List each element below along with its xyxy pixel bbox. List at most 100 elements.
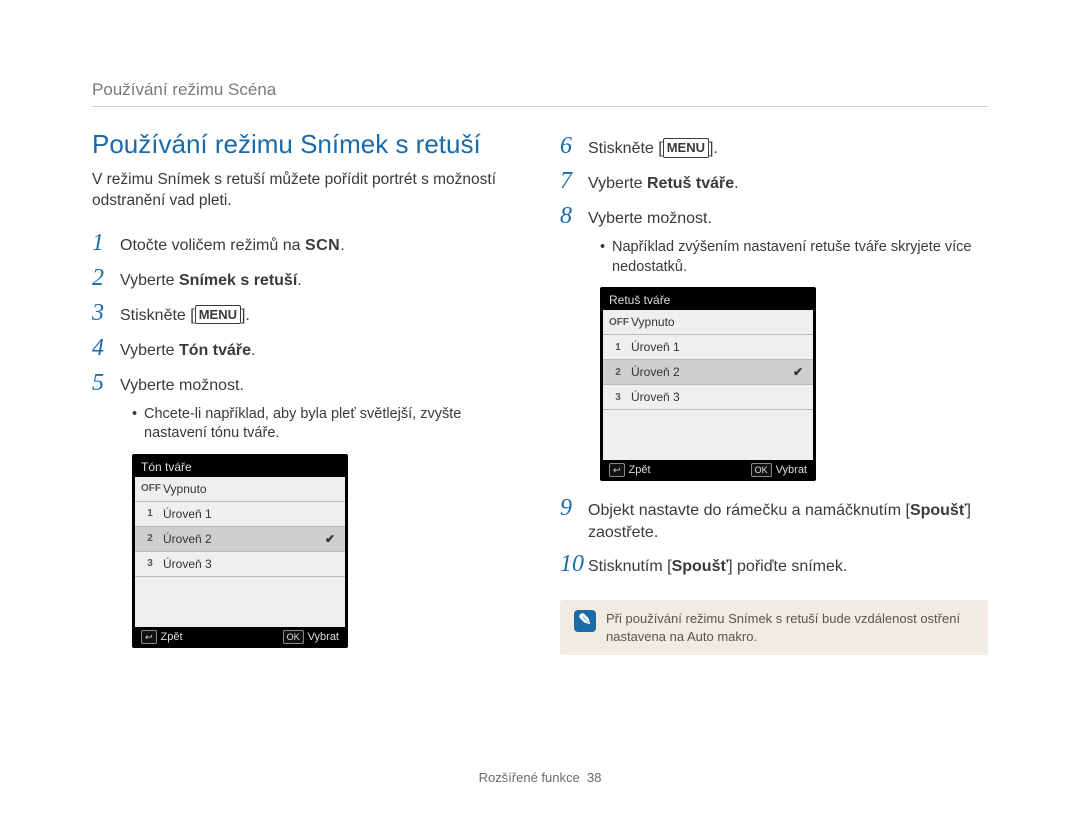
lcd-ok: OK Vybrat [283, 630, 339, 644]
step-text-tail: ]. [709, 140, 718, 157]
lcd-row-icon: 1 [141, 508, 159, 519]
step-text-tail: . [340, 237, 344, 254]
lcd-row-selected: 2 Úroveň 2 ✔ [603, 360, 813, 385]
lcd-row: 1 Úroveň 1 [135, 502, 345, 527]
lcd-back: ↩ Zpět [141, 630, 183, 644]
menu-icon: MENU [663, 138, 709, 158]
step-2: 2 Vyberte Snímek s retuší. [92, 265, 520, 292]
lcd-ok-label: Vybrat [308, 631, 339, 643]
step-text-tail: ]. [241, 307, 250, 324]
lcd-row-icon: 1 [609, 342, 627, 353]
lcd-row-icon: OFF [141, 483, 159, 494]
step-body: Vyberte Retuš tváře. [588, 173, 739, 195]
scn-icon: SCN [305, 237, 340, 254]
lcd-row-label: Úroveň 1 [159, 507, 325, 521]
step-bold: Snímek s retuší [179, 272, 297, 289]
step-8: 8 Vyberte možnost. [560, 203, 988, 230]
lcd-panel: Retuš tváře OFF Vypnuto 1 Úroveň 1 2 Úro… [600, 287, 816, 481]
step-body: Stiskněte [MENU]. [120, 305, 250, 327]
two-column-layout: Používání režimu Snímek s retuší V režim… [92, 129, 988, 656]
step-number: 8 [560, 203, 588, 230]
step-text-tail: . [251, 342, 255, 359]
lcd-back-label: Zpět [629, 464, 651, 476]
step-body: Stiskněte [MENU]. [588, 138, 718, 160]
step-1: 1 Otočte voličem režimů na SCN. [92, 230, 520, 257]
lcd-row-label: Vypnuto [627, 315, 793, 329]
lcd-ok: OK Vybrat [751, 463, 807, 477]
back-key-icon: ↩ [609, 463, 625, 477]
lcd-spacer [603, 410, 813, 460]
step-number: 1 [92, 230, 120, 257]
step-text-tail: . [734, 175, 738, 192]
lcd-footer: ↩ Zpět OK Vybrat [603, 460, 813, 478]
info-icon: ✎ [574, 610, 596, 632]
check-icon: ✔ [325, 532, 339, 546]
step-7: 7 Vyberte Retuš tváře. [560, 168, 988, 195]
lcd-back-label: Zpět [161, 631, 183, 643]
lcd-row: 3 Úroveň 3 [135, 552, 345, 577]
step-bold: Spoušť [672, 558, 729, 575]
lcd-row: OFF Vypnuto [603, 310, 813, 335]
lcd-row-label: Úroveň 3 [159, 557, 325, 571]
step-text: Otočte voličem režimů na [120, 237, 305, 254]
step-text: Objekt nastavte do rámečku a namáčknutím… [588, 502, 910, 519]
lcd-screenshot-retouch: Retuš tváře OFF Vypnuto 1 Úroveň 1 2 Úro… [600, 287, 988, 481]
check-icon: ✔ [793, 365, 807, 379]
step-body: Otočte voličem režimů na SCN. [120, 235, 345, 257]
step-number: 6 [560, 133, 588, 160]
step-body: Stisknutím [Spoušť] pořiďte snímek. [588, 556, 847, 578]
menu-icon: MENU [195, 305, 241, 325]
step-5-sub: Chcete-li například, aby byla pleť světl… [132, 405, 520, 444]
step-text: Stiskněte [ [120, 307, 195, 324]
step-body: Objekt nastavte do rámečku a namáčknutím… [588, 500, 988, 543]
step-number: 4 [92, 335, 120, 362]
lcd-row-label: Úroveň 2 [159, 532, 325, 546]
lcd-row-label: Vypnuto [159, 482, 325, 496]
lcd-back: ↩ Zpět [609, 463, 651, 477]
lcd-title: Tón tváře [135, 457, 345, 477]
lcd-panel: Tón tváře OFF Vypnuto 1 Úroveň 1 2 Úrove… [132, 454, 348, 648]
lcd-spacer [135, 577, 345, 627]
step-text: Vyberte [120, 342, 179, 359]
step-8-sublist: Například zvýšením nastavení retuše tvář… [600, 238, 988, 277]
footer-page-number: 38 [587, 770, 601, 785]
lcd-row-icon: OFF [609, 317, 627, 328]
lcd-row-selected: 2 Úroveň 2 ✔ [135, 527, 345, 552]
ok-key-icon: OK [283, 630, 304, 644]
step-number: 3 [92, 300, 120, 327]
breadcrumb: Používání režimu Scéna [92, 80, 988, 107]
step-9: 9 Objekt nastavte do rámečku a namáčknut… [560, 495, 988, 543]
step-bold: Retuš tváře [647, 175, 734, 192]
step-10: 10 Stisknutím [Spoušť] pořiďte snímek. [560, 551, 988, 578]
step-number: 7 [560, 168, 588, 195]
section-title: Používání režimu Snímek s retuší [92, 129, 520, 160]
note-text: Při používání režimu Snímek s retuší bud… [606, 610, 974, 645]
page-footer: Rozšířené funkce 38 [0, 770, 1080, 785]
note-box: ✎ Při používání režimu Snímek s retuší b… [560, 600, 988, 655]
step-3: 3 Stiskněte [MENU]. [92, 300, 520, 327]
lcd-row-icon: 3 [609, 392, 627, 403]
lcd-title: Retuš tváře [603, 290, 813, 310]
lcd-row-icon: 2 [609, 367, 627, 378]
back-key-icon: ↩ [141, 630, 157, 644]
footer-section: Rozšířené funkce [479, 770, 580, 785]
step-number: 2 [92, 265, 120, 292]
lcd-row-label: Úroveň 1 [627, 340, 793, 354]
step-text: Vyberte [120, 272, 179, 289]
step-number: 5 [92, 370, 120, 397]
step-body: Vyberte možnost. [588, 208, 712, 230]
step-text: Stisknutím [ [588, 558, 672, 575]
lcd-row-label: Úroveň 3 [627, 390, 793, 404]
step-text: Vyberte [588, 175, 647, 192]
lcd-row-icon: 2 [141, 533, 159, 544]
lcd-row-label: Úroveň 2 [627, 365, 793, 379]
lcd-row-icon: 3 [141, 558, 159, 569]
step-body: Vyberte Snímek s retuší. [120, 270, 302, 292]
step-6: 6 Stiskněte [MENU]. [560, 133, 988, 160]
step-number: 9 [560, 495, 588, 522]
manual-page: Používání režimu Scéna Používání režimu … [0, 0, 1080, 815]
intro-paragraph: V režimu Snímek s retuší můžete pořídit … [92, 170, 520, 212]
lcd-row: OFF Vypnuto [135, 477, 345, 502]
step-bold: Tón tváře [179, 342, 251, 359]
lcd-row: 1 Úroveň 1 [603, 335, 813, 360]
